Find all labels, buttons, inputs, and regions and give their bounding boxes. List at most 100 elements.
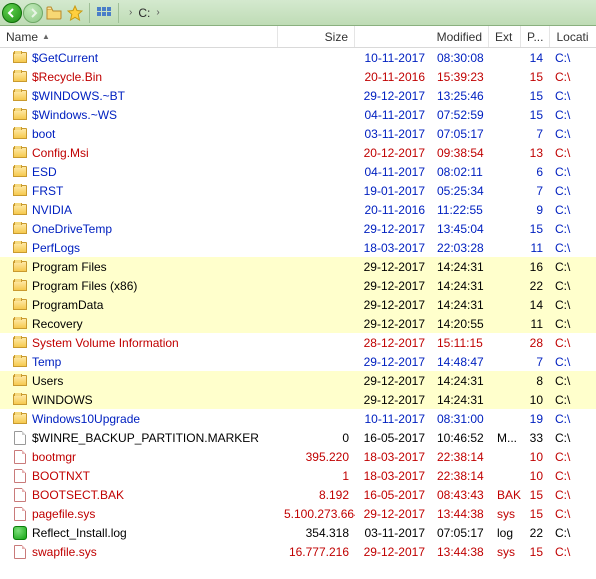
back-button[interactable] [2,3,22,23]
file-pos: 10 [523,469,549,483]
file-date: 29-12-2017 [355,260,431,274]
file-ext: M... [491,431,523,445]
breadcrumb[interactable]: › C: › [129,6,160,20]
file-date: 20-12-2017 [355,146,431,160]
folder-icon [13,261,27,272]
table-row[interactable]: pagefile.sys5.100.273.66429-12-201713:44… [0,504,596,523]
column-header-name[interactable]: Name▲ [0,26,278,47]
table-row[interactable]: NVIDIA20-11-201611:22:559C:\ [0,200,596,219]
file-loc: C:\ [549,469,579,483]
file-icon [14,545,26,559]
table-row[interactable]: System Volume Information28-12-201715:11… [0,333,596,352]
table-row[interactable]: ESD04-11-201708:02:116C:\ [0,162,596,181]
table-row[interactable]: Reflect_Install.log354.31803-11-201707:0… [0,523,596,542]
folder-icon [13,166,27,177]
file-time: 09:38:54 [431,146,491,160]
breadcrumb-drive[interactable]: C: [138,6,150,20]
toolbar-separator [89,3,90,23]
file-icon [14,507,26,521]
view-layout-icon[interactable] [94,3,114,23]
file-pos: 22 [523,279,549,293]
file-icon [14,488,26,502]
file-pos: 10 [523,450,549,464]
file-loc: C:\ [549,260,579,274]
folder-icon [13,204,27,215]
chevron-right-icon: › [129,7,132,18]
file-loc: C:\ [549,393,579,407]
file-time: 14:24:31 [431,374,491,388]
file-pos: 15 [523,70,549,84]
file-loc: C:\ [549,222,579,236]
folder-icon [13,147,27,158]
folder-icon [13,394,27,405]
file-date: 16-05-2017 [355,488,431,502]
table-row[interactable]: FRST19-01-201705:25:347C:\ [0,181,596,200]
table-row[interactable]: BOOTNXT118-03-201722:38:1410C:\ [0,466,596,485]
table-row[interactable]: BOOTSECT.BAK8.19216-05-201708:43:43BAK15… [0,485,596,504]
file-loc: C:\ [549,431,579,445]
file-time: 07:05:17 [431,526,491,540]
file-pos: 6 [523,165,549,179]
file-name: $Recycle.Bin [32,70,102,84]
file-loc: C:\ [549,336,579,350]
table-row[interactable]: $GetCurrent10-11-201708:30:0814C:\ [0,48,596,67]
table-row[interactable]: $WINRE_BACKUP_PARTITION.MARKER016-05-201… [0,428,596,447]
folder-icon [13,318,27,329]
file-name: Reflect_Install.log [32,526,127,540]
file-loc: C:\ [549,165,579,179]
column-header-size[interactable]: Size [278,26,355,47]
table-row[interactable]: WINDOWS29-12-201714:24:3110C:\ [0,390,596,409]
file-name: BOOTSECT.BAK [32,488,124,502]
folder-icon [13,71,27,82]
table-row[interactable]: Program Files (x86)29-12-201714:24:3122C… [0,276,596,295]
file-pos: 15 [523,507,549,521]
table-row[interactable]: PerfLogs18-03-201722:03:2811C:\ [0,238,596,257]
file-time: 14:24:31 [431,393,491,407]
column-header-pos[interactable]: P... [521,26,550,47]
column-header-ext[interactable]: Ext [489,26,521,47]
file-pos: 13 [523,146,549,160]
file-loc: C:\ [549,488,579,502]
file-date: 29-12-2017 [355,393,431,407]
file-loc: C:\ [549,526,579,540]
file-date: 18-03-2017 [355,450,431,464]
column-header-modified[interactable]: Modified [355,26,489,47]
file-date: 29-12-2017 [355,89,431,103]
table-row[interactable]: swapfile.sys16.777.21629-12-201713:44:38… [0,542,596,561]
file-date: 29-12-2017 [355,355,431,369]
file-time: 14:24:31 [431,298,491,312]
table-row[interactable]: Users29-12-201714:24:318C:\ [0,371,596,390]
table-row[interactable]: $WINDOWS.~BT29-12-201713:25:4615C:\ [0,86,596,105]
table-row[interactable]: Recovery29-12-201714:20:5511C:\ [0,314,596,333]
toolbar-separator [118,3,119,23]
file-pos: 10 [523,393,549,407]
favorite-star-icon[interactable] [65,3,85,23]
table-row[interactable]: ProgramData29-12-201714:24:3114C:\ [0,295,596,314]
table-row[interactable]: bootmgr395.22018-03-201722:38:1410C:\ [0,447,596,466]
table-row[interactable]: $Recycle.Bin20-11-201615:39:2315C:\ [0,67,596,86]
table-row[interactable]: Program Files29-12-201714:24:3116C:\ [0,257,596,276]
folder-open-icon[interactable] [44,3,64,23]
file-name: Temp [32,355,61,369]
file-date: 10-11-2017 [355,412,431,426]
file-time: 08:30:08 [431,51,491,65]
table-row[interactable]: OneDriveTemp29-12-201713:45:0415C:\ [0,219,596,238]
file-time: 13:45:04 [431,222,491,236]
file-ext: sys [491,545,523,559]
table-row[interactable]: boot03-11-201707:05:177C:\ [0,124,596,143]
file-size: 5.100.273.664 [278,507,355,521]
file-name: $Windows.~WS [32,108,117,122]
file-date: 18-03-2017 [355,241,431,255]
file-icon [14,450,26,464]
table-row[interactable]: Temp29-12-201714:48:477C:\ [0,352,596,371]
table-row[interactable]: Config.Msi20-12-201709:38:5413C:\ [0,143,596,162]
table-row[interactable]: $Windows.~WS04-11-201707:52:5915C:\ [0,105,596,124]
table-row[interactable]: Windows10Upgrade10-11-201708:31:0019C:\ [0,409,596,428]
file-loc: C:\ [549,545,579,559]
file-name: $WINDOWS.~BT [32,89,125,103]
file-pos: 28 [523,336,549,350]
chevron-right-icon: › [156,7,159,18]
file-size: 16.777.216 [278,545,355,559]
column-header-location[interactable]: Locati [550,26,596,47]
forward-button[interactable] [23,3,43,23]
